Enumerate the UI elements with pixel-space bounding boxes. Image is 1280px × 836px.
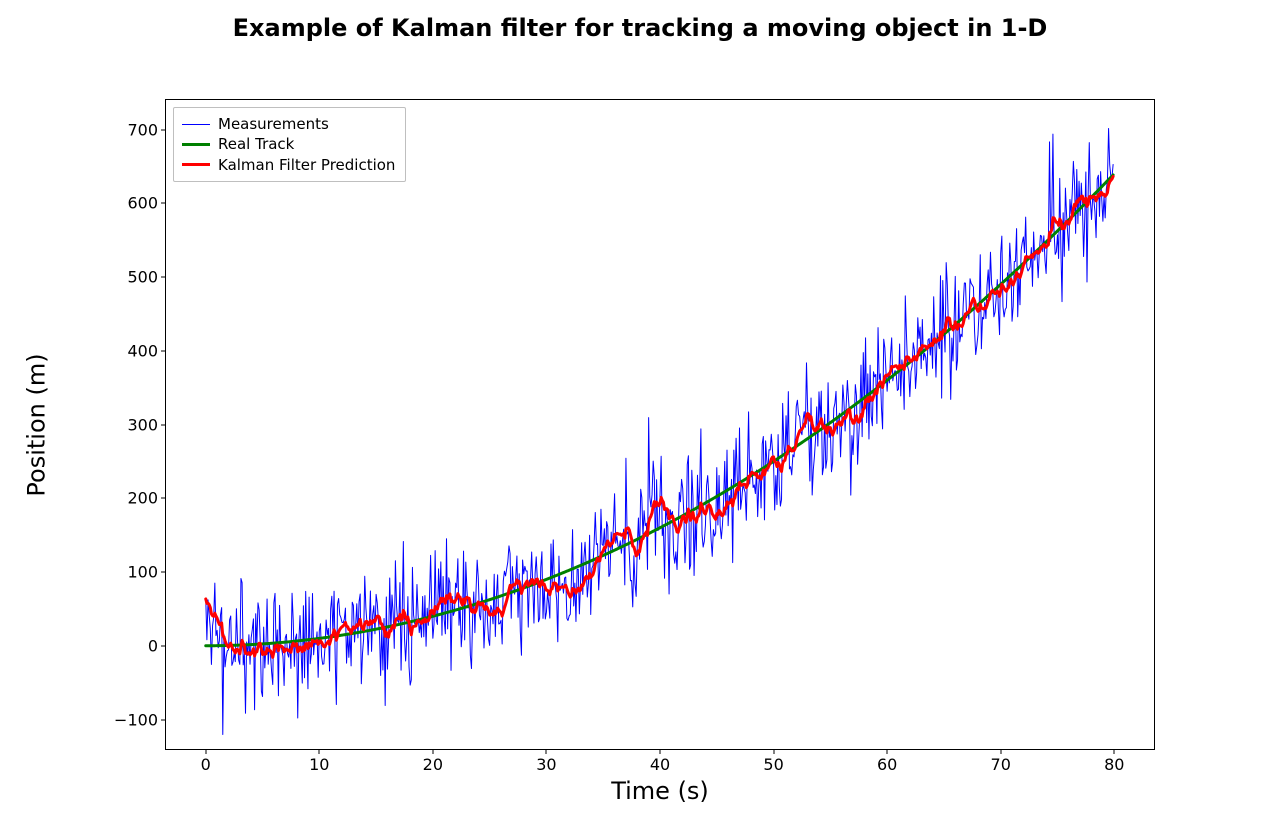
chart-title: Example of Kalman filter for tracking a … [0,14,1280,42]
x-tick-label: 40 [650,755,670,774]
x-tick-label: 0 [201,755,211,774]
y-tick-label: 600 [127,194,158,213]
legend-entry-kalman: Kalman Filter Prediction [182,155,395,175]
x-tick-mark [1114,749,1115,754]
legend-swatch-icon [182,143,210,146]
y-tick-mark [161,572,166,573]
legend-label: Kalman Filter Prediction [218,155,395,175]
y-tick-mark [161,350,166,351]
x-tick-label: 80 [1104,755,1124,774]
y-tick-label: −100 [114,710,158,729]
x-tick-mark [773,749,774,754]
y-tick-mark [161,424,166,425]
x-tick-mark [887,749,888,754]
legend-swatch-icon [182,163,210,166]
figure: Example of Kalman filter for tracking a … [0,0,1280,836]
plot-area [166,100,1154,749]
y-tick-mark [161,129,166,130]
legend-entry-measurements: Measurements [182,114,395,134]
legend: Measurements Real Track Kalman Filter Pr… [173,107,406,182]
x-tick-mark [319,749,320,754]
legend-swatch-icon [182,124,210,125]
y-tick-mark [161,719,166,720]
y-axis-label: Position (m) [22,353,50,496]
x-tick-mark [205,749,206,754]
x-tick-mark [432,749,433,754]
x-tick-mark [1000,749,1001,754]
y-tick-label: 300 [127,415,158,434]
x-tick-label: 60 [877,755,897,774]
x-tick-label: 30 [536,755,556,774]
y-tick-mark [161,203,166,204]
y-tick-label: 500 [127,268,158,287]
legend-entry-real-track: Real Track [182,134,395,154]
x-tick-label: 50 [763,755,783,774]
y-tick-mark [161,498,166,499]
legend-label: Measurements [218,114,329,134]
y-tick-mark [161,645,166,646]
x-tick-mark [546,749,547,754]
y-tick-label: 700 [127,120,158,139]
x-tick-label: 70 [991,755,1011,774]
y-tick-label: 400 [127,341,158,360]
y-tick-label: 100 [127,563,158,582]
legend-label: Real Track [218,134,294,154]
y-tick-label: 200 [127,489,158,508]
y-tick-label: 0 [148,636,158,655]
x-tick-label: 10 [309,755,329,774]
x-tick-label: 20 [423,755,443,774]
x-tick-mark [660,749,661,754]
y-tick-mark [161,277,166,278]
axes: Measurements Real Track Kalman Filter Pr… [165,99,1155,750]
x-axis-label: Time (s) [611,777,709,805]
